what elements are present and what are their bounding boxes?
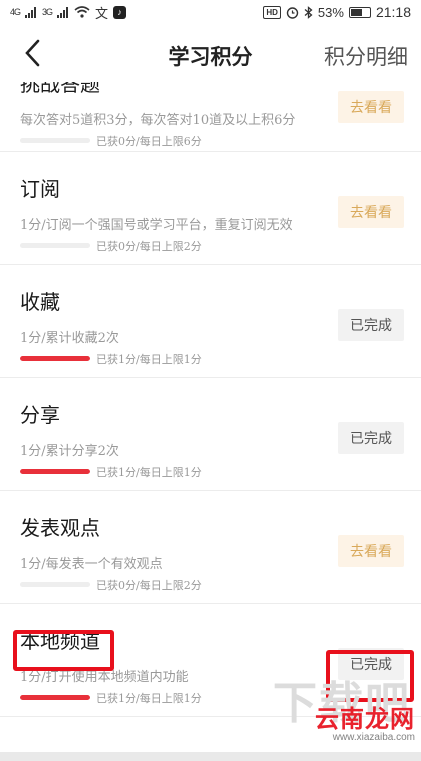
task-title: 订阅 bbox=[20, 177, 60, 201]
task-progress-label: 已获1分/每日上限1分 bbox=[96, 353, 202, 366]
task-item: 分享 1分/累计分享2次已获1分/每日上限1分 已完成 bbox=[0, 378, 421, 491]
points-detail-link[interactable]: 积分明细 bbox=[324, 41, 408, 71]
task-item: 挑战答题每次答对5道积3分，每次答对10道及以上积6分已获0分/每日上限6分 去看… bbox=[0, 82, 421, 152]
highlight-box-local-channel-title bbox=[13, 630, 114, 671]
task-progress-label: 已获1分/每日上限1分 bbox=[96, 692, 202, 705]
task-progress-fill bbox=[20, 695, 90, 700]
task-description: 1分/累计收藏2次 bbox=[20, 331, 119, 346]
task-item: 订阅 1分/订阅一个强国号或学习平台，重复订阅无效已获0分/每日上限2分 去看看 bbox=[0, 152, 421, 265]
app-header: 学习积分 积分明细 bbox=[0, 24, 421, 82]
battery-icon bbox=[348, 6, 371, 18]
task-description: 1分/每发表一个有效观点 bbox=[20, 557, 163, 572]
task-description: 1分/累计分享2次 bbox=[20, 444, 119, 459]
task-item: 收藏 1分/累计收藏2次已获1分/每日上限1分 已完成 bbox=[0, 265, 421, 378]
clock-time: 21:18 bbox=[375, 4, 411, 20]
task-progress-bar bbox=[20, 695, 90, 700]
tiktok-icon: ♪ bbox=[113, 5, 127, 19]
signal-3g-label: 3G bbox=[42, 7, 53, 17]
points-task-list-inner: 挑战答题 每次答对5道积3分，每次答对10道及以上积6分 已获0分/每日上限6分 去看… bbox=[0, 82, 421, 717]
bottom-bar bbox=[0, 752, 421, 761]
task-progress-bar bbox=[20, 138, 90, 143]
signal-bars-icon bbox=[25, 6, 37, 18]
status-bar-left: 4G 3G 文 ♪ bbox=[10, 3, 127, 22]
task-description: 1分/订阅一个强国号或学习平台，重复订阅无效 bbox=[20, 218, 293, 233]
alarm-icon bbox=[286, 6, 299, 19]
task-progress-fill bbox=[20, 356, 90, 361]
task-go-button[interactable]: 去看看 bbox=[338, 91, 404, 123]
signal-4g-label: 4G bbox=[10, 7, 21, 17]
task-progress-label: 已获1分/每日上限1分 bbox=[96, 466, 202, 479]
hd-badge: HD bbox=[263, 5, 281, 19]
task-go-button[interactable]: 去看看 bbox=[338, 196, 404, 228]
task-progress-bar bbox=[20, 469, 90, 474]
task-title: 收藏 bbox=[20, 290, 60, 314]
task-title: 分享 bbox=[20, 403, 60, 427]
task-progress-bar bbox=[20, 243, 90, 248]
task-progress-label: 已获0分/每日上限2分 bbox=[96, 579, 202, 592]
task-title: 挑战答题 bbox=[20, 82, 100, 96]
task-progress-label: 已获0分/每日上限6分 bbox=[96, 135, 202, 148]
battery-percent: 53% bbox=[317, 4, 344, 20]
watermark: 云南龙网 www.xiazaiba.com bbox=[315, 699, 415, 743]
bluetooth-icon bbox=[304, 5, 313, 19]
signal-bars-icon bbox=[57, 6, 69, 18]
task-completed-button[interactable]: 已完成 bbox=[338, 422, 404, 454]
task-progress-bar bbox=[20, 356, 90, 361]
translate-icon: 文 bbox=[95, 5, 109, 21]
task-item: 发表观点 1分/每发表一个有效观点已获0分/每日上限2分 去看看 bbox=[0, 491, 421, 604]
task-description: 每次答对5道积3分，每次答对10道及以上积6分 bbox=[20, 113, 296, 128]
task-completed-button[interactable]: 已完成 bbox=[338, 309, 404, 341]
task-progress-label: 已获0分/每日上限2分 bbox=[96, 240, 202, 253]
task-title: 发表观点 bbox=[20, 516, 100, 540]
task-progress-fill bbox=[20, 469, 90, 474]
status-bar: 4G 3G 文 ♪ HD 53% 21:18 bbox=[0, 0, 421, 24]
watermark-main-text: 云南龙网 bbox=[315, 705, 415, 733]
status-bar-right: HD 53% 21:18 bbox=[263, 4, 411, 20]
wifi-icon bbox=[74, 6, 90, 18]
task-progress-bar bbox=[20, 582, 90, 587]
task-go-button[interactable]: 去看看 bbox=[338, 535, 404, 567]
